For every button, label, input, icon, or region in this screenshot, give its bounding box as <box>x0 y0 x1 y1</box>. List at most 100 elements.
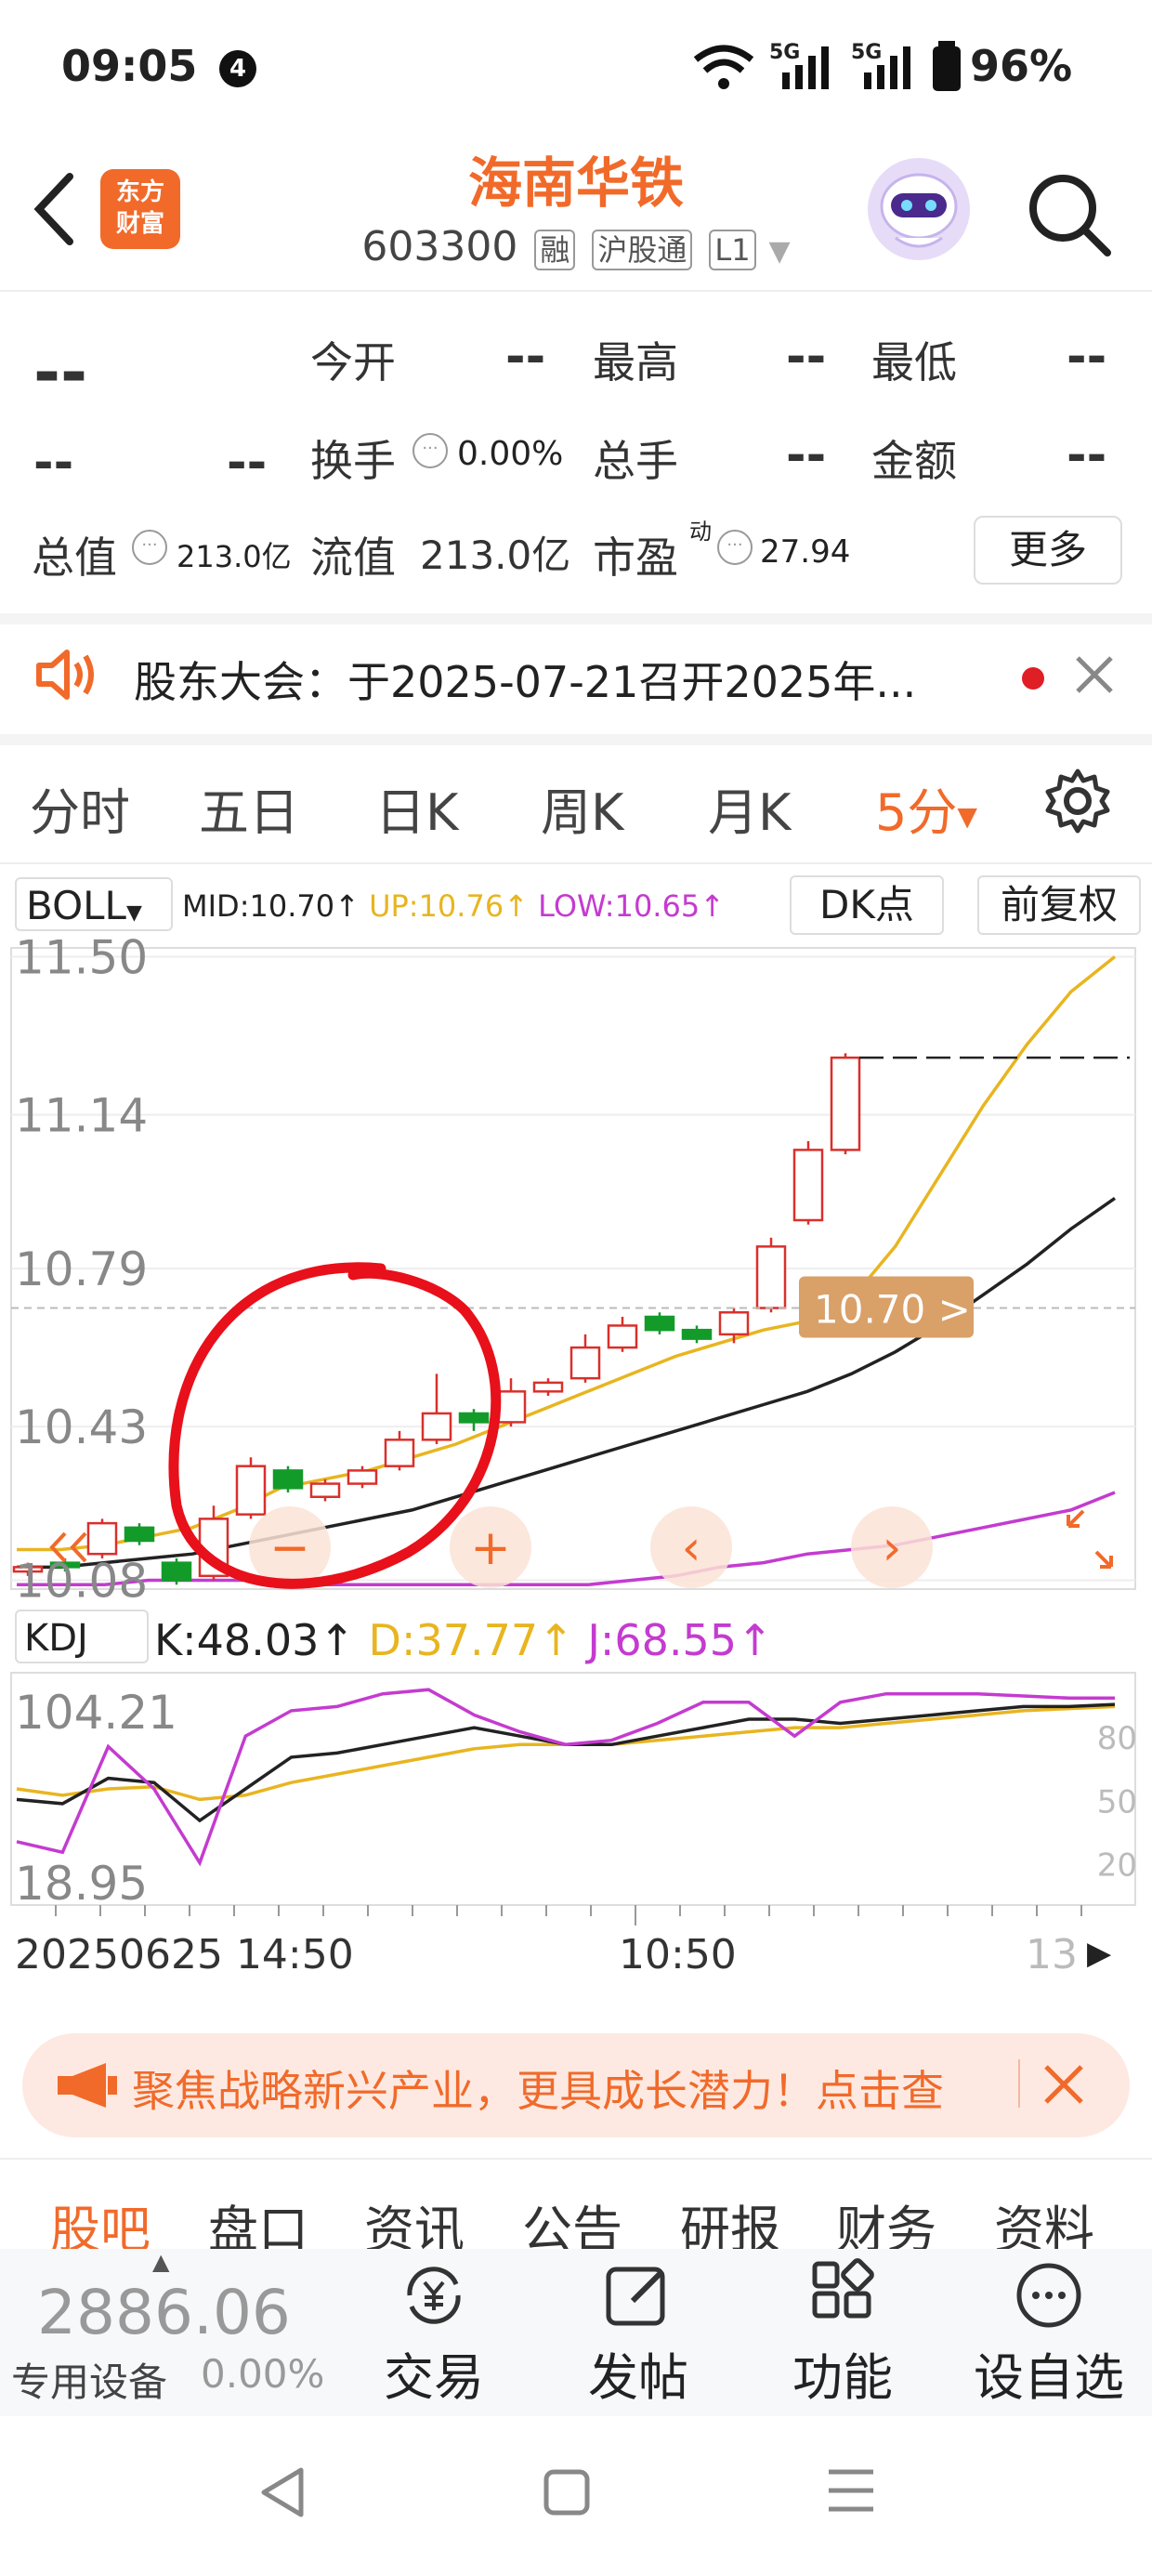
header-divider <box>0 290 1152 292</box>
kdj-label: KDJ <box>24 1617 88 1660</box>
tab-5min[interactable]: 5分▼ <box>875 771 977 845</box>
dropdown-caret-icon: ▼ <box>125 901 142 925</box>
megaphone-icon <box>58 2063 117 2108</box>
signal-icon-1 <box>782 46 829 89</box>
back-arrow-icon[interactable] <box>28 167 84 251</box>
add-watchlist-label: 设自选 <box>974 2348 1124 2407</box>
nav-home-icon[interactable] <box>543 2468 591 2517</box>
app-logo: 东方 财富 <box>100 169 180 249</box>
price-axis-label: 11.50 <box>15 939 148 984</box>
price-axis-label: 11.14 <box>15 1089 148 1143</box>
chart-overlay-button-label: + <box>470 1520 511 1576</box>
candle-down <box>124 1526 155 1543</box>
candle-down <box>644 1315 675 1332</box>
pe-label: 市盈 <box>593 532 678 583</box>
adjust-forward-button[interactable]: 前复权 <box>977 875 1141 935</box>
nav-menu-icon[interactable] <box>827 2466 875 2515</box>
tab-week-k[interactable]: 周K <box>541 771 623 845</box>
section-gap <box>0 734 1152 745</box>
candle-up <box>235 1465 267 1516</box>
wifi-icon <box>693 45 754 89</box>
candle-up <box>718 1311 750 1336</box>
open-value: -- <box>505 329 546 385</box>
candle-up <box>495 1390 527 1424</box>
info-icon[interactable]: ··· <box>132 530 167 565</box>
candle-up <box>421 1412 452 1441</box>
dropdown-caret-icon: ▼ <box>768 235 791 268</box>
tab-timeshare[interactable]: 分时 <box>30 771 130 845</box>
dropdown-caret-icon: ▼ <box>957 800 977 832</box>
kdj-j-line <box>16 1688 1115 1867</box>
tabs-divider <box>0 862 1152 864</box>
float-value-label: 流值 <box>310 532 396 583</box>
system-nav-bar <box>0 2416 1152 2576</box>
info-icon[interactable]: ··· <box>717 530 753 565</box>
indicator-select-boll[interactable]: BOLL▼ <box>15 877 173 931</box>
time-label-start: 20250625 14:50 <box>15 1931 354 1978</box>
status-time: 09:05 <box>61 41 198 91</box>
announcement-bar[interactable]: 股东大会：于2025-07-21召开2025年... <box>0 613 1152 734</box>
low-value: -- <box>1067 329 1107 385</box>
stock-name[interactable]: 海南华铁 <box>353 139 799 217</box>
total-value: 213.0亿 <box>177 539 292 574</box>
nav-back-icon[interactable] <box>256 2464 308 2520</box>
more-button[interactable]: 更多 <box>974 516 1122 585</box>
turnover-value: 0.00% <box>457 435 564 473</box>
candle-up <box>347 1469 378 1485</box>
trade-button[interactable]: 交易 <box>364 2258 504 2410</box>
close-icon[interactable] <box>1074 654 1115 695</box>
sector-name: 专用设备 <box>11 2359 168 2405</box>
indicator-select-kdj[interactable]: KDJ <box>15 1610 149 1663</box>
announcement-text: 股东大会：于2025-07-21召开2025年... <box>134 657 917 707</box>
info-icon[interactable]: ··· <box>412 433 448 468</box>
assistant-avatar[interactable] <box>868 158 970 260</box>
stock-code-row[interactable]: 603300 融 沪股通 L1 ▼ <box>353 223 799 270</box>
settings-gear-icon[interactable] <box>1044 768 1111 835</box>
price-axis-label: 10.79 <box>15 1242 148 1296</box>
tab-month-k[interactable]: 月K <box>708 771 791 845</box>
candle-up <box>86 1521 118 1556</box>
boll-mid: MID:10.70↑ <box>182 888 360 924</box>
sector-index-value[interactable]: 2886.06 <box>37 2277 291 2348</box>
post-button[interactable]: 发帖 <box>569 2258 708 2410</box>
kdj-k: K:48.03↑ <box>154 1615 355 1665</box>
price-change: -- <box>33 435 74 491</box>
float-value: 213.0亿 <box>420 532 571 578</box>
turnover-label: 换手 <box>310 436 396 486</box>
functions-button[interactable]: 功能 <box>773 2258 912 2410</box>
volume-label: 总手 <box>593 436 678 486</box>
add-watchlist-button[interactable]: 设自选 <box>961 2258 1137 2410</box>
candle-up <box>755 1245 787 1309</box>
search-icon[interactable] <box>1022 167 1115 260</box>
chart-overlay-button-label: › <box>883 1520 902 1576</box>
kdj-k-line <box>16 1702 1116 1823</box>
kline-chart[interactable]: 10.70 > 11.50 11.14 10.79 10.43 10.08 − + ‹ › 104… <box>0 939 1152 2026</box>
axis-labels: 11.50 11.14 10.79 10.43 10.08 − + ‹ › 104.21 18.95… <box>15 939 1137 1911</box>
expand-icon <box>1067 1509 1113 1569</box>
kdj-j: J:68.55↑ <box>587 1615 773 1665</box>
kdj-right-label: 50 <box>1097 1783 1137 1820</box>
notification-count-badge: 4 <box>219 50 256 87</box>
boll-upper-line <box>17 955 1117 1552</box>
promo-banner[interactable]: 聚焦战略新兴产业，更具成长潜力！点击查 <box>22 2033 1130 2137</box>
status-bar: 09:05 4 5G 5G 96% <box>0 0 1152 139</box>
volume-value: -- <box>786 427 827 483</box>
robot-icon <box>880 173 958 248</box>
logo-text-top: 东方 <box>115 178 164 206</box>
edit-icon <box>606 2267 665 2326</box>
dk-point-button[interactable]: DK点 <box>790 875 944 935</box>
boll-up: UP:10.76↑ <box>369 888 529 924</box>
promo-divider-line <box>0 2158 1152 2160</box>
close-icon[interactable] <box>1042 2063 1085 2106</box>
signal-icon-2 <box>864 46 910 89</box>
caret-up-icon: ▲ <box>152 2249 170 2275</box>
candle-up <box>569 1346 601 1380</box>
sector-change: 0.00% <box>201 2351 325 2397</box>
candle-up <box>792 1149 824 1222</box>
scroll-right-icon[interactable]: ▶ <box>1087 1935 1111 1972</box>
kdj-panel-frame <box>10 1672 1136 1906</box>
grid-apps-icon <box>812 2258 874 2319</box>
tab-five-day[interactable]: 五日 <box>199 771 299 845</box>
kdj-d-line <box>16 1704 1116 1802</box>
tab-day-k[interactable]: 日K <box>375 771 458 845</box>
